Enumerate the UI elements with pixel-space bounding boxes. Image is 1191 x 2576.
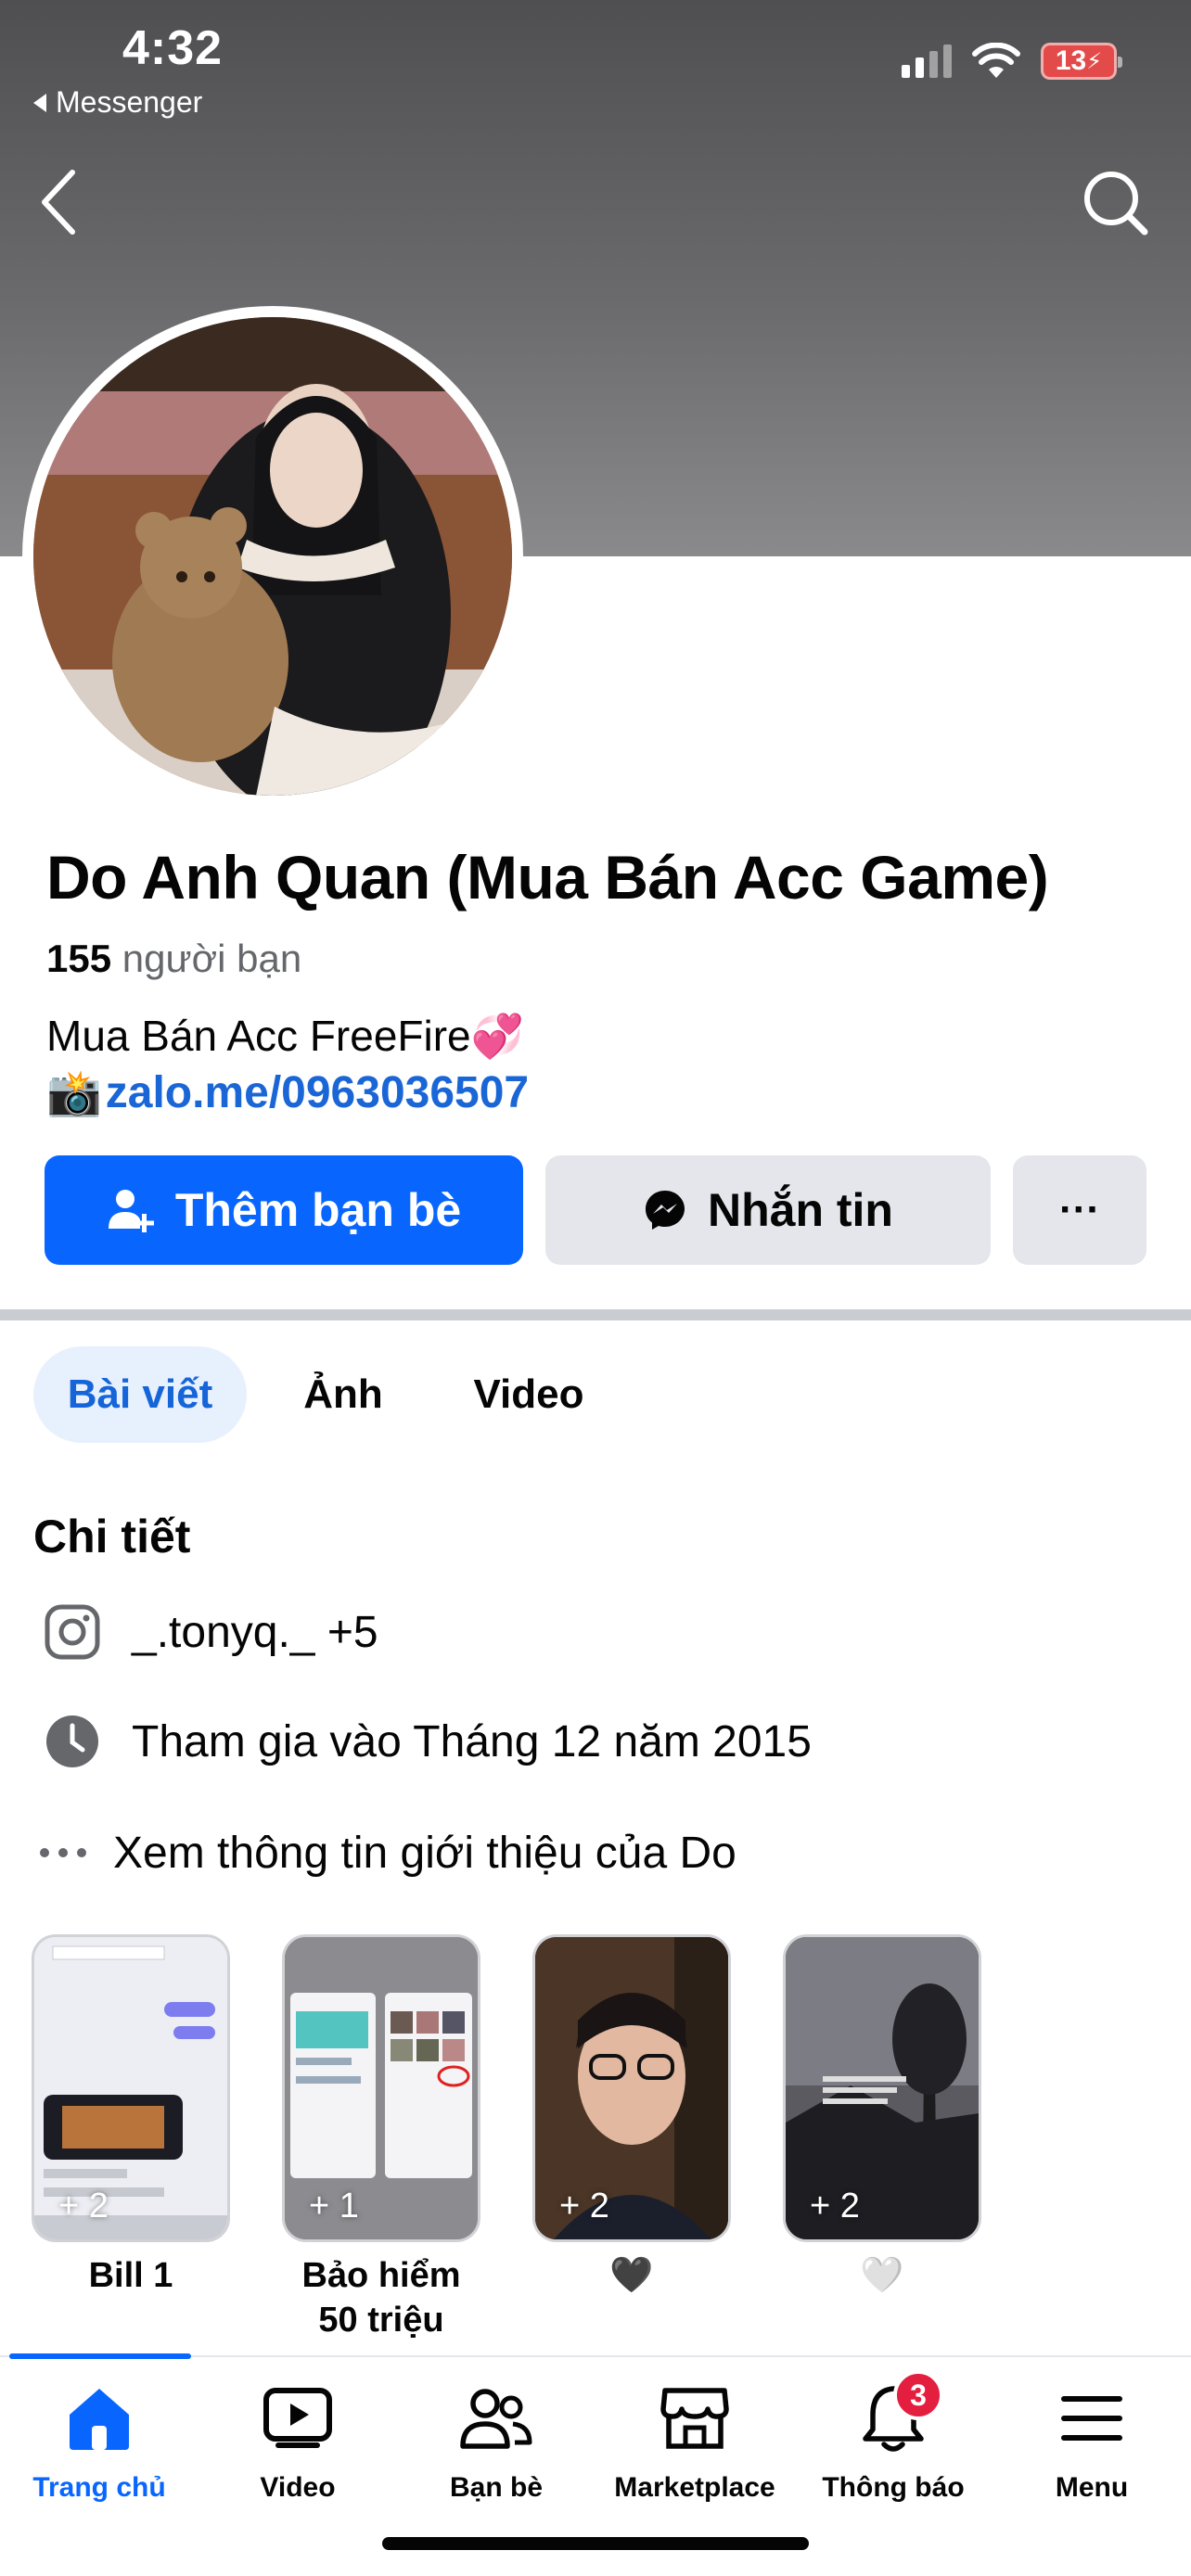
highlight-thumbnail: + 2 — [532, 1934, 731, 2242]
search-button[interactable] — [1080, 167, 1150, 237]
nav-menu-label: Menu — [1055, 2472, 1129, 2503]
section-divider — [0, 1309, 1191, 1320]
nav-menu[interactable]: Menu — [992, 2378, 1191, 2504]
highlight-insurance[interactable]: + 1 Bảo hiểm 50 triệu — [282, 1934, 480, 2342]
tab-video[interactable]: Video — [455, 1346, 603, 1443]
notification-badge: 3 — [893, 2370, 943, 2420]
nav-video[interactable]: Video — [198, 2378, 397, 2504]
highlight-caption: 🤍 — [860, 2256, 904, 2295]
message-button[interactable]: Nhắn tin — [545, 1155, 991, 1265]
highlight-count: + 2 — [58, 2187, 109, 2225]
nav-friends-label: Bạn bè — [449, 2472, 544, 2503]
marketplace-store-icon — [654, 2378, 736, 2459]
active-tab-indicator — [9, 2353, 191, 2359]
nav-notifications-label: Thông báo — [822, 2472, 965, 2503]
wifi-icon — [972, 43, 1020, 78]
profile-name: Do Anh Quan (Mua Bán Acc Game) — [46, 843, 1049, 912]
back-triangle-icon — [33, 93, 46, 112]
back-to-messenger[interactable]: Messenger — [33, 85, 202, 120]
avatar — [33, 317, 512, 796]
bell-icon: 3 — [852, 2370, 943, 2459]
nav-marketplace[interactable]: Marketplace — [596, 2378, 794, 2504]
battery-level: 13 — [1055, 45, 1087, 76]
instagram-icon — [37, 1597, 108, 1667]
highlight-bill[interactable]: + 2 Bill 1 — [32, 1934, 230, 2298]
chevron-left-icon — [42, 170, 75, 235]
video-play-icon — [257, 2378, 339, 2459]
highlight-count: + 2 — [810, 2187, 860, 2225]
friends-number: 155 — [46, 937, 112, 980]
nav-home-label: Trang chủ — [32, 2472, 166, 2503]
see-about-label: Xem thông tin giới thiệu của Do — [113, 1828, 736, 1878]
tab-posts[interactable]: Bài viết — [33, 1346, 247, 1443]
message-label: Nhắn tin — [708, 1184, 893, 1236]
highlight-caption: Bảo hiểm 50 triệu — [301, 2256, 461, 2340]
nav-marketplace-label: Marketplace — [614, 2472, 775, 2503]
more-options-button[interactable]: ··· — [1013, 1155, 1146, 1265]
highlight-caption: 🖤 — [609, 2256, 654, 2295]
highlight-count: + 2 — [559, 2187, 609, 2225]
nav-video-label: Video — [260, 2472, 336, 2503]
add-friend-label: Thêm bạn bè — [174, 1184, 462, 1236]
back-button[interactable] — [37, 165, 93, 239]
add-person-icon — [108, 1190, 154, 1232]
friends-label: người bạn — [122, 937, 302, 980]
status-indicators: 13 ⚡ — [902, 43, 1122, 80]
joined-date: Tham gia vào Tháng 12 năm 2015 — [132, 1716, 812, 1766]
more-dots-icon: ··· — [1059, 1187, 1100, 1232]
highlight-thumbnail: + 2 — [783, 1934, 981, 2242]
zalo-link[interactable]: zalo.me/0963036507 — [106, 1067, 529, 1118]
highlight-black-heart[interactable]: + 2 🖤 — [532, 1934, 731, 2298]
status-time: 4:32 — [122, 21, 224, 75]
camera-flash-icon: 📸 — [46, 1069, 102, 1118]
cellular-signal-icon — [902, 45, 952, 78]
messenger-icon — [646, 1191, 685, 1230]
highlight-thumbnail: + 2 — [32, 1934, 230, 2242]
nav-home[interactable]: Trang chủ — [0, 2378, 198, 2504]
highlight-caption: Bill 1 — [88, 2256, 173, 2295]
nav-notifications[interactable]: 3 Thông báo — [794, 2370, 992, 2504]
see-about-row[interactable]: Xem thông tin giới thiệu của Do — [37, 1817, 736, 1888]
bio-line: Mua Bán Acc FreeFire💞 — [46, 1012, 524, 1060]
bio-link-row: 📸 zalo.me/0963036507 — [46, 1066, 529, 1119]
instagram-handle: _.tonyq._ +5 — [132, 1607, 378, 1657]
highlight-thumbnail: + 1 — [282, 1934, 480, 2242]
highlight-count: + 1 — [309, 2187, 359, 2225]
battery-icon: 13 ⚡ — [1041, 43, 1122, 80]
nav-friends[interactable]: Bạn bè — [397, 2378, 596, 2504]
home-icon — [58, 2378, 140, 2459]
hamburger-menu-icon — [1051, 2378, 1133, 2459]
friends-icon — [455, 2378, 537, 2459]
friends-count[interactable]: 155 người bạn — [46, 937, 301, 981]
ellipsis-icon — [37, 1817, 89, 1888]
instagram-row[interactable]: _.tonyq._ +5 — [37, 1597, 378, 1667]
back-app-label: Messenger — [56, 85, 203, 119]
profile-picture[interactable] — [22, 306, 523, 807]
add-friend-button[interactable]: Thêm bạn bè — [45, 1155, 523, 1265]
home-indicator[interactable] — [382, 2537, 809, 2550]
details-heading: Chi tiết — [33, 1511, 191, 1562]
joined-row: Tham gia vào Tháng 12 năm 2015 — [37, 1706, 812, 1777]
clock-icon — [37, 1706, 108, 1777]
highlight-white-heart[interactable]: + 2 🤍 — [783, 1934, 981, 2298]
tab-photos[interactable]: Ảnh — [278, 1346, 408, 1443]
search-icon — [1084, 172, 1148, 236]
